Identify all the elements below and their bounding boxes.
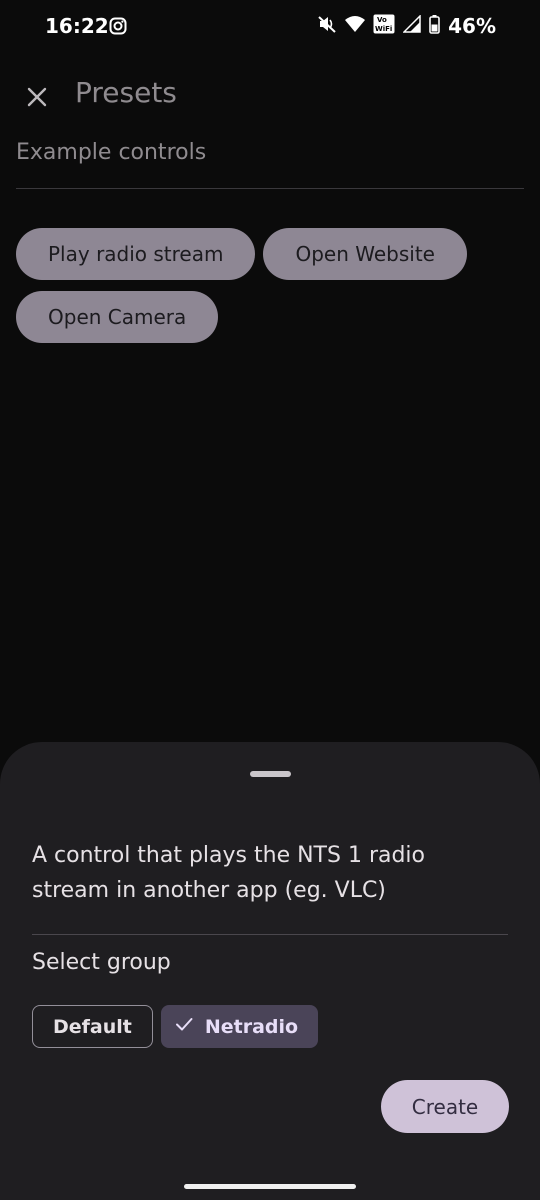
chip-play-radio-stream[interactable]: Play radio stream bbox=[16, 228, 256, 280]
gesture-nav-bar[interactable] bbox=[184, 1184, 356, 1189]
group-chip-label: Default bbox=[53, 1015, 132, 1038]
instagram-icon bbox=[109, 17, 127, 35]
group-chip-netradio[interactable]: Netradio bbox=[160, 1005, 319, 1048]
status-bar: 16:22 Vo WiFi 46% bbox=[0, 0, 540, 56]
wifi-icon bbox=[345, 15, 366, 37]
drag-handle[interactable] bbox=[250, 771, 291, 777]
divider bbox=[32, 934, 508, 935]
section-label: Example controls bbox=[16, 140, 207, 165]
chip-open-camera[interactable]: Open Camera bbox=[16, 291, 219, 343]
svg-text:Vo: Vo bbox=[377, 16, 387, 24]
preset-description: A control that plays the NTS 1 radio str… bbox=[32, 843, 426, 903]
top-app-bar: Presets bbox=[0, 62, 540, 128]
vowifi-icon: Vo WiFi bbox=[373, 14, 395, 38]
battery-icon bbox=[429, 14, 440, 38]
group-chip-default[interactable]: Default bbox=[32, 1005, 153, 1048]
status-icons: Vo WiFi 46% bbox=[317, 14, 496, 38]
svg-text:WiFi: WiFi bbox=[375, 25, 392, 33]
divider bbox=[16, 188, 524, 189]
bottom-sheet: A control that plays the NTS 1 radio str… bbox=[0, 742, 540, 1200]
group-chip-label: Netradio bbox=[204, 1015, 299, 1038]
preset-chips: Play radio stream Open Website Open Came… bbox=[16, 228, 524, 343]
page-title: Presets bbox=[75, 76, 177, 109]
create-button[interactable]: Create bbox=[381, 1080, 509, 1133]
select-group-label: Select group bbox=[32, 950, 171, 975]
mute-icon bbox=[317, 14, 337, 38]
check-icon bbox=[173, 1013, 195, 1040]
battery-percentage: 46% bbox=[448, 14, 496, 38]
group-chips: Default Netradio bbox=[32, 1005, 319, 1048]
signal-icon bbox=[402, 14, 421, 37]
status-time: 16:22 bbox=[45, 14, 109, 38]
close-icon[interactable] bbox=[22, 82, 52, 112]
chip-open-website[interactable]: Open Website bbox=[263, 228, 467, 280]
